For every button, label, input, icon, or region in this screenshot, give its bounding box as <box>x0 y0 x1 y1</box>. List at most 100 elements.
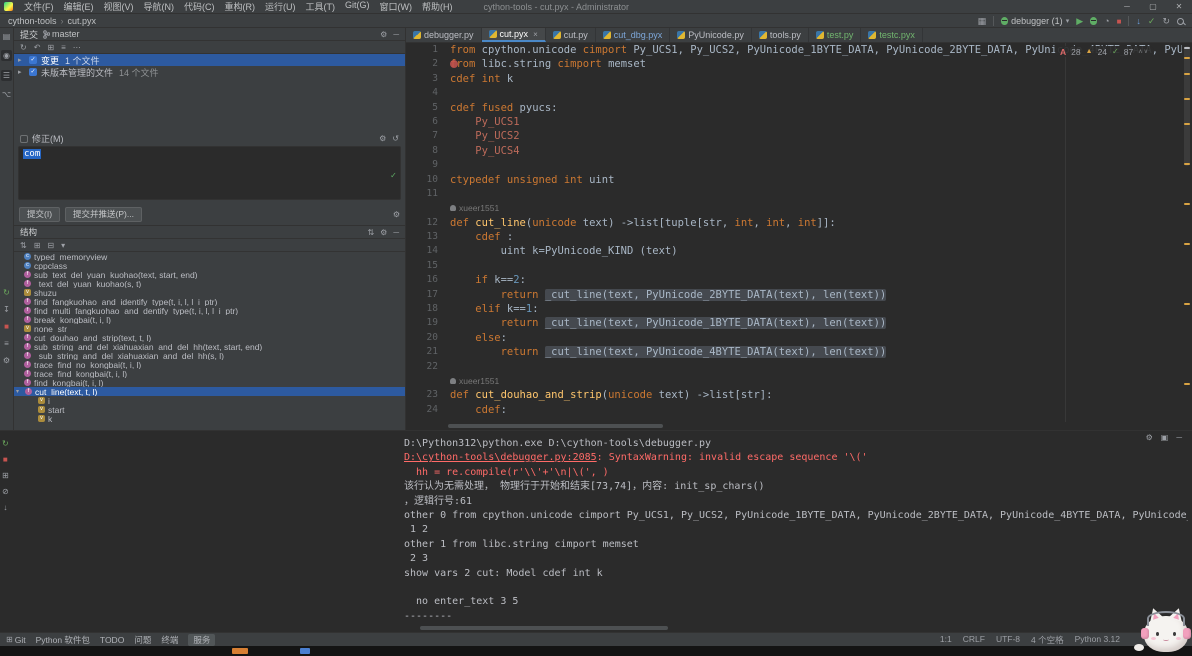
console-output[interactable]: D:\Python312\python.exe D:\cython-tools\… <box>404 437 1188 624</box>
structure-item[interactable]: f find_kongbai(t, i, l) <box>14 378 405 387</box>
menu-item[interactable]: 帮助(H) <box>417 0 458 13</box>
git-commit-button[interactable]: ✓ <box>1148 16 1156 27</box>
editor-tab[interactable]: testc.pyx <box>861 28 923 42</box>
menu-item[interactable]: 导航(N) <box>139 0 180 13</box>
git-tool-icon[interactable]: ⌥ <box>2 90 11 99</box>
rerun-icon[interactable]: ↻ <box>3 288 10 297</box>
message-settings-icon[interactable]: ⚙ <box>379 134 386 143</box>
menu-item[interactable]: Git(G) <box>340 0 375 13</box>
error-stripe[interactable] <box>1183 43 1191 422</box>
console-horizontal-scrollbar[interactable] <box>420 626 668 630</box>
statusbar-tool-button[interactable]: 服务 <box>188 633 216 646</box>
profiler-button[interactable]: ◔ <box>1104 14 1109 28</box>
console-float-icon[interactable]: ▣ <box>1161 433 1169 442</box>
stripe-mark[interactable] <box>1184 57 1190 59</box>
console-settings-gear-icon[interactable]: ⚙ <box>1146 433 1153 442</box>
rerun-button[interactable]: ↻ <box>2 439 9 448</box>
statusbar-tool-button[interactable]: 问题 <box>134 634 151 646</box>
editor-tab[interactable]: debugger.py <box>406 28 482 42</box>
structure-item[interactable]: ▾ f cut_line(text, t, l) <box>14 387 405 396</box>
git-update-button[interactable]: ↓ <box>1136 16 1141 26</box>
structure-item[interactable]: c typed_memoryview <box>14 252 405 261</box>
minimize-button[interactable]: ─ <box>1114 0 1140 14</box>
stripe-mark[interactable] <box>1184 303 1190 305</box>
collapse-all-icon[interactable]: ⊟ <box>47 241 54 250</box>
structure-item[interactable]: f find_multi_fangkuohao_and_dentify_type(… <box>14 306 405 315</box>
structure-item[interactable]: f cut_douhao_and_strip(text, t, l) <box>14 333 405 342</box>
branch-selector[interactable]: master <box>43 29 80 39</box>
statusbar-info-item[interactable]: 4 个空格 <box>1031 634 1064 646</box>
structure-item[interactable]: v none_str <box>14 324 405 333</box>
close-button[interactable]: ✕ <box>1166 0 1192 14</box>
commit-settings-icon[interactable]: ⚙ <box>380 30 387 39</box>
desktop-mascot[interactable] <box>1134 598 1191 652</box>
statusbar-info-item[interactable]: Python 3.12 <box>1075 634 1120 646</box>
project-tool-icon[interactable]: ▤ <box>3 32 11 41</box>
layout-icon[interactable]: ▦ <box>978 14 987 28</box>
structure-settings-icon[interactable]: ⚙ <box>380 228 387 237</box>
editor-tab[interactable]: cut.py <box>546 28 596 42</box>
editor-content[interactable]: 1 from cpython.unicode cimport Py_UCS1, P… <box>406 43 1182 422</box>
chevron-right-icon[interactable]: ▸ <box>18 68 25 76</box>
changes-tree-row[interactable]: ▸ ✓ 未版本管理的文件 14 个文件 <box>14 66 405 78</box>
menu-item[interactable]: 运行(U) <box>260 0 301 13</box>
editor-tab[interactable]: test.py <box>809 28 862 42</box>
console-settings-icon[interactable]: ≡ <box>4 339 9 348</box>
git-history-button[interactable]: ↻ <box>1162 14 1170 28</box>
tool-windows-icon[interactable]: ⊞ <box>6 635 13 644</box>
run-button[interactable]: ▶ <box>1076 16 1083 27</box>
group-by-icon[interactable]: ⊞ <box>47 43 54 52</box>
editor-tab[interactable]: cut.pyx × <box>481 28 546 42</box>
statusbar-tool-button[interactable]: Python 软件包 <box>36 634 90 646</box>
menu-item[interactable]: 窗口(W) <box>375 0 418 13</box>
code-author-inlay[interactable]: xueer1551 <box>459 374 499 388</box>
structure-item[interactable]: f sub_text_del_yuan_kuohao(text, start, e… <box>14 270 405 279</box>
statusbar-info-item[interactable]: 1:1 <box>940 634 952 646</box>
search-everywhere-icon[interactable] <box>1177 17 1184 25</box>
menu-item[interactable]: 代码(C) <box>179 0 220 13</box>
structure-item[interactable]: f break_kongbai(t, i, l) <box>14 315 405 324</box>
amend-checkbox[interactable] <box>20 134 28 143</box>
stop-button[interactable]: ■ <box>1117 17 1122 26</box>
chevron-down-icon[interactable]: ▾ <box>16 388 22 395</box>
stack-trace-link[interactable]: D:\cython-tools\debugger.py:2085 <box>404 452 597 463</box>
commit-button[interactable]: 提交(I) <box>19 206 61 222</box>
stripe-mark[interactable] <box>1184 203 1190 205</box>
hide-structure-icon[interactable]: ─ <box>393 228 399 237</box>
scroll-to-end-icon[interactable]: ↓ <box>3 503 7 512</box>
stripe-mark[interactable] <box>1184 98 1190 100</box>
structure-item[interactable]: vi <box>14 396 405 405</box>
breadcrumb-project[interactable]: cython-tools <box>8 16 57 26</box>
stripe-mark[interactable] <box>1184 123 1190 125</box>
close-tab-icon[interactable]: × <box>533 30 538 39</box>
stop-console-button[interactable]: ■ <box>3 455 8 464</box>
expand-all-icon[interactable]: ⋯ <box>73 43 81 52</box>
message-history-icon[interactable]: ↺ <box>392 134 399 143</box>
statusbar-tool-button[interactable]: 终端 <box>161 634 178 646</box>
stripe-mark[interactable] <box>1184 73 1190 75</box>
code-author-inlay[interactable]: xueer1551 <box>459 201 499 215</box>
structure-item[interactable]: c cppclass <box>14 261 405 270</box>
step-icon[interactable]: ↧ <box>3 305 10 314</box>
sort-alpha-icon[interactable]: ⇅ <box>20 241 27 250</box>
restore-layout-icon[interactable]: ⊞ <box>2 471 9 480</box>
statusbar-tool-button[interactable]: TODO <box>100 635 124 645</box>
inspections-widget[interactable]: A 28 ▲ 24 ✓ 87 ∧∨ <box>1055 46 1154 57</box>
statusbar-tool-button[interactable]: Git <box>15 635 26 645</box>
show-fields-icon[interactable]: ⊞ <box>34 241 41 250</box>
chevron-right-icon[interactable]: ▸ <box>18 56 25 64</box>
include-checkbox[interactable]: ✓ <box>29 56 37 64</box>
editor-tab[interactable]: cut_dbg.pyx <box>596 28 671 42</box>
menu-item[interactable]: 重构(R) <box>220 0 261 13</box>
stripe-mark[interactable] <box>1184 47 1190 49</box>
include-checkbox[interactable]: ✓ <box>29 68 37 76</box>
stripe-mark[interactable] <box>1184 383 1190 385</box>
stripe-mark[interactable] <box>1184 243 1190 245</box>
changes-tree-row[interactable]: ▸ ✓ 变更 1 个文件 <box>14 54 405 66</box>
structure-item[interactable]: f trace_find_no_kongbai(t, i, l) <box>14 360 405 369</box>
structure-item[interactable]: f _sub_string_and_del_xiahuaxian_and_del_… <box>14 351 405 360</box>
clear-output-icon[interactable]: ⊘ <box>2 487 9 496</box>
debug-button[interactable] <box>1090 17 1098 25</box>
prev-next-issue-icons[interactable]: ∧∨ <box>1138 48 1149 55</box>
structure-item[interactable]: v start <box>14 405 405 414</box>
